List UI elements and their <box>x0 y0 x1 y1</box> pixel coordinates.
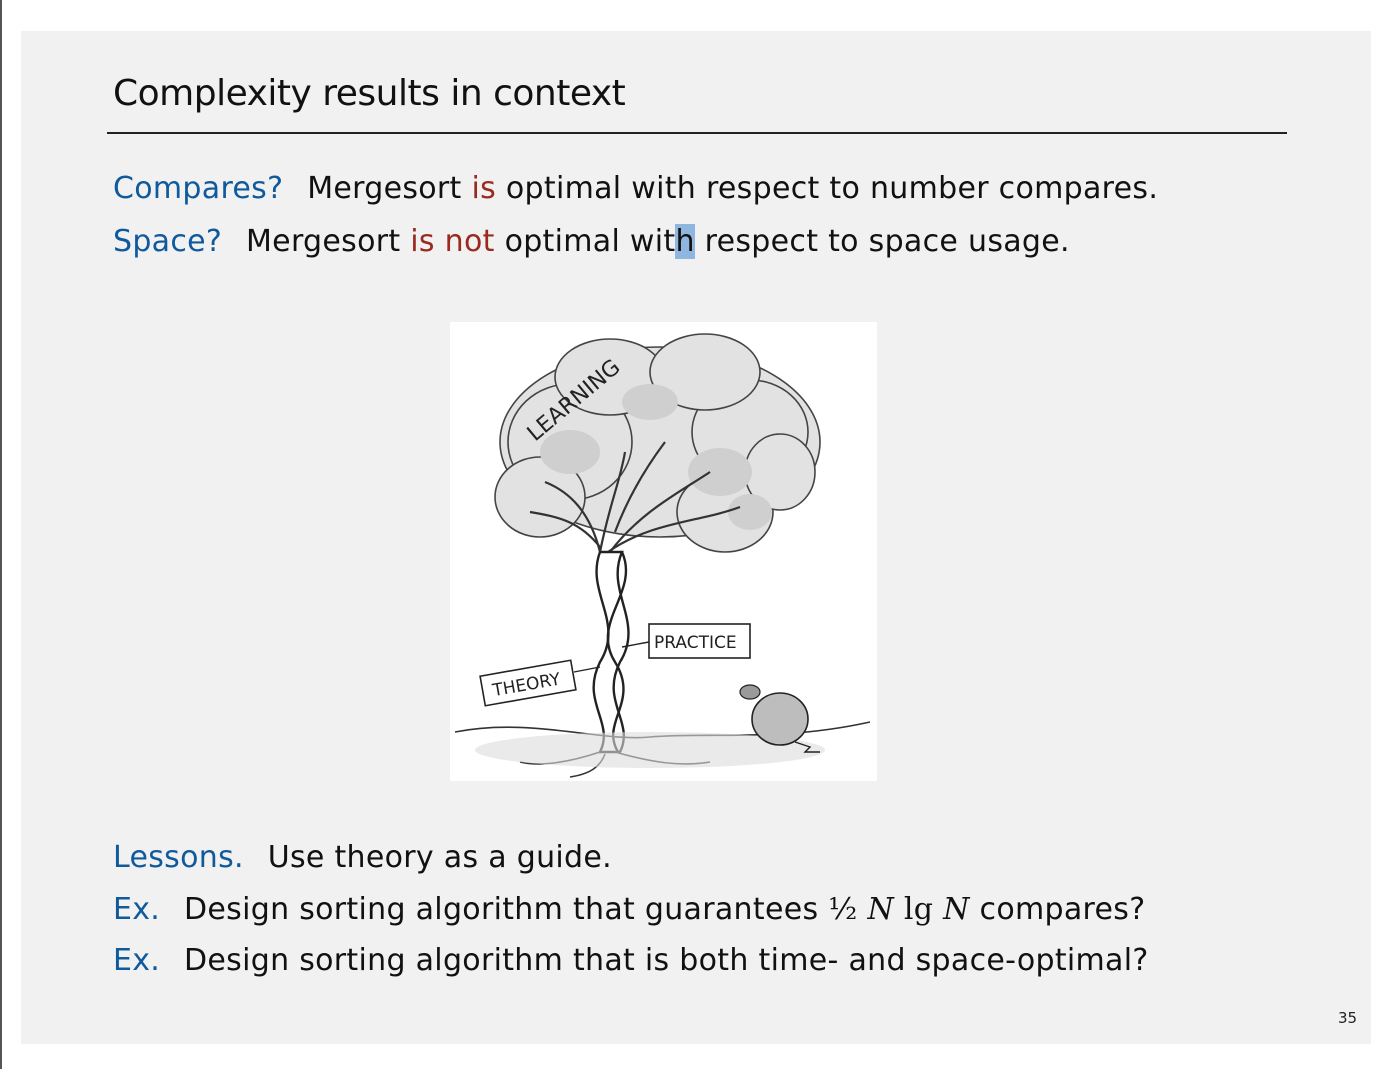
tree-trunk <box>592 550 630 754</box>
math-n2: N <box>943 892 970 927</box>
theory-sign: THEORY <box>479 659 601 707</box>
space-post-a: optimal wit <box>504 224 676 259</box>
space-label: Space? <box>113 224 223 259</box>
practice-sign-label: PRACTICE <box>654 633 737 653</box>
slide: Complexity results in context Compares? … <box>21 31 1371 1044</box>
tree-drawing: LEARNING THEORY PRACTICE <box>454 333 871 778</box>
learning-tree-illustration: LEARNING THEORY PRACTICE <box>450 322 877 781</box>
practice-sign: PRACTICE <box>621 623 751 659</box>
compares-is: is <box>471 171 497 206</box>
example-1-label: Ex. <box>113 892 161 927</box>
space-pre: Mergesort <box>246 224 401 259</box>
lessons-line: Lessons. Use theory as a guide. <box>113 840 612 875</box>
example-1-line: Ex. Design sorting algorithm that guaran… <box>113 892 1145 927</box>
example-1-post: compares? <box>979 892 1146 927</box>
space-post-b: respect to space usage. <box>694 224 1070 259</box>
example-2-line: Ex. Design sorting algorithm that is bot… <box>113 943 1149 978</box>
example-2-label: Ex. <box>113 943 161 978</box>
math-expression: ½ N lg N <box>828 892 969 927</box>
text-selection-highlight: h <box>675 224 695 259</box>
math-lg: lg <box>903 892 934 927</box>
compares-post: optimal with respect to number compares. <box>505 171 1159 206</box>
example-2-text: Design sorting algorithm that is both ti… <box>184 943 1149 978</box>
space-line: Space? Mergesort is not optimal with res… <box>113 224 1070 259</box>
math-half: ½ <box>828 892 858 927</box>
left-edge-rule <box>0 0 2 1069</box>
math-n1: N <box>867 892 895 927</box>
lessons-label: Lessons. <box>113 840 244 875</box>
page-number: 35 <box>1338 1009 1358 1027</box>
slide-title: Complexity results in context <box>113 73 626 114</box>
space-is-not: is not <box>410 224 495 259</box>
lessons-text: Use theory as a guide. <box>267 840 612 875</box>
compares-pre: Mergesort <box>307 171 462 206</box>
title-underline <box>107 132 1287 134</box>
compares-label: Compares? <box>113 171 284 206</box>
compares-line: Compares? Mergesort is optimal with resp… <box>113 171 1158 206</box>
example-1-pre: Design sorting algorithm that guarantees <box>184 892 819 927</box>
